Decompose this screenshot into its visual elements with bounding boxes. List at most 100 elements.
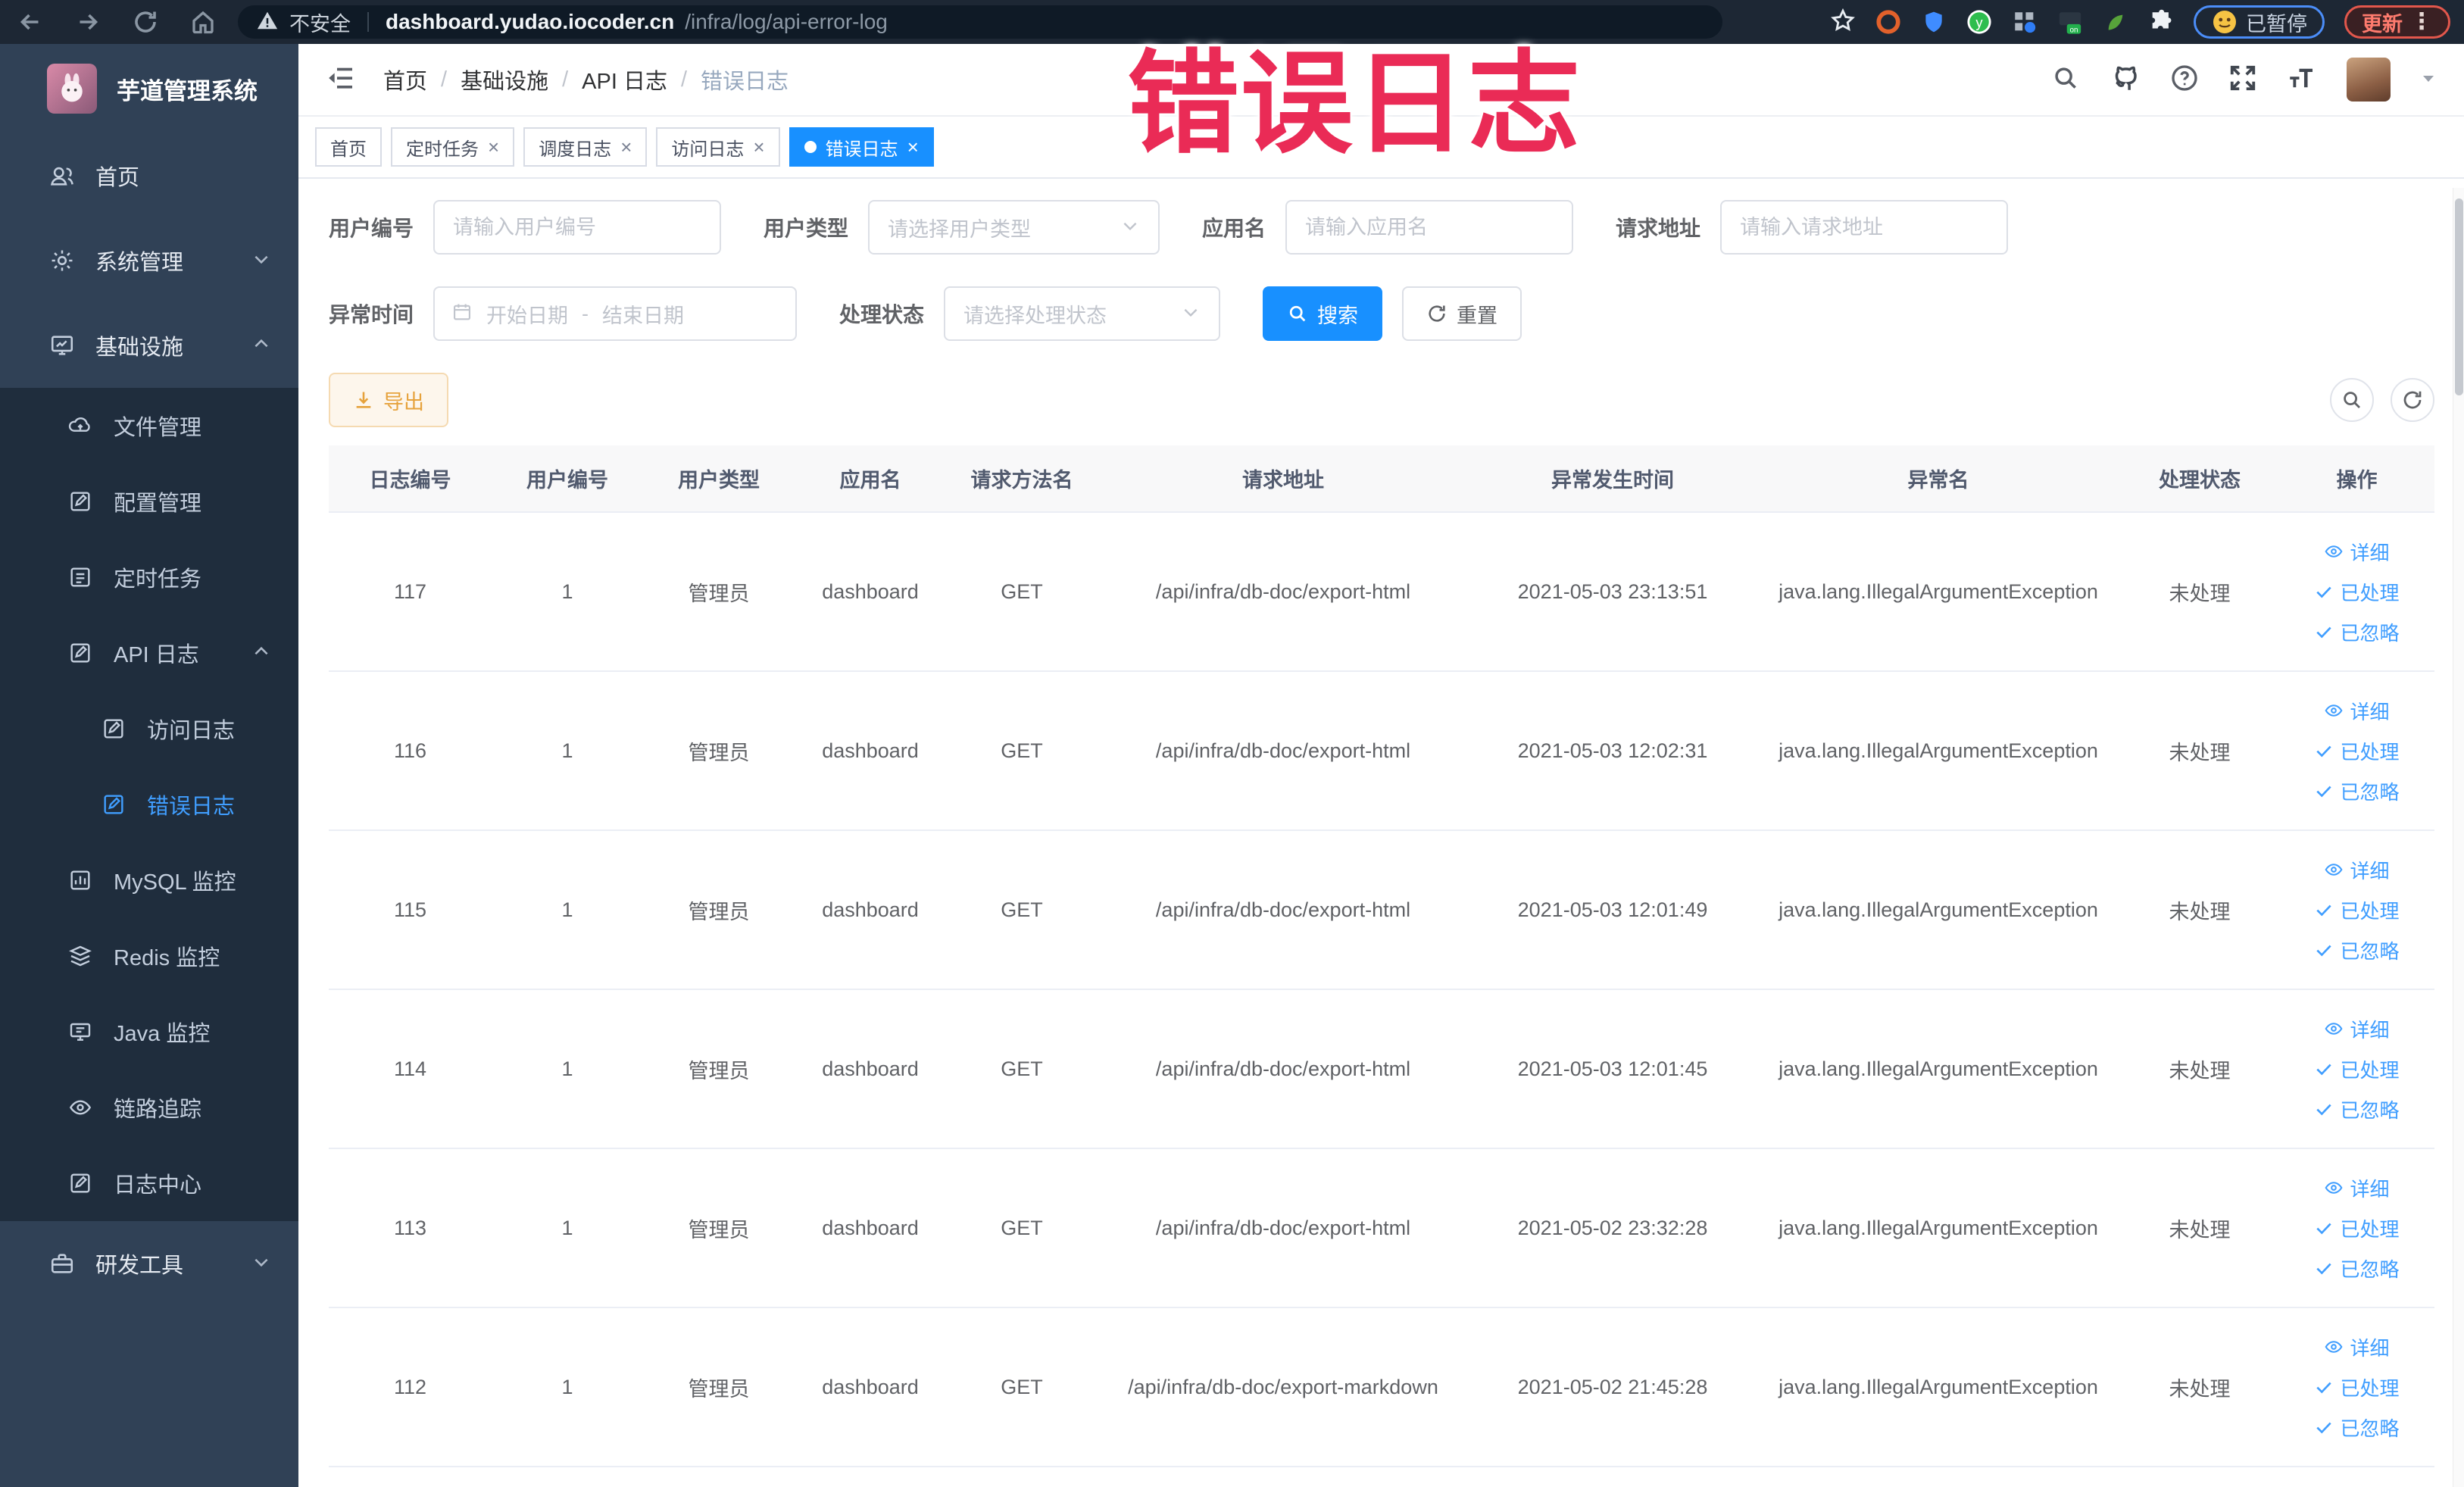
breadcrumb-home[interactable]: 首页 — [383, 64, 427, 95]
search-button[interactable]: 搜索 — [1263, 286, 1383, 341]
detail-link[interactable]: 详细 — [2324, 856, 2390, 884]
export-button[interactable]: 导出 — [329, 373, 448, 427]
mark-processed-link[interactable]: 已处理 — [2314, 578, 2400, 606]
chevron-down-icon — [251, 1252, 271, 1276]
extension-shield-icon[interactable] — [1921, 9, 1947, 35]
cell-method: GET — [1001, 1216, 1043, 1239]
user-id-label: 用户编号 — [329, 217, 414, 240]
mark-ignored-link[interactable]: 已忽略 — [2314, 1095, 2400, 1123]
close-icon[interactable]: × — [620, 136, 632, 159]
detail-link[interactable]: 详细 — [2324, 538, 2390, 566]
app-logo[interactable]: 芋道管理系统 — [0, 44, 298, 133]
sidebar-item-dev-tools[interactable]: 研发工具 — [0, 1221, 298, 1306]
sidebar-item-access-log[interactable]: 访问日志 — [0, 691, 298, 767]
exception-time-range-picker[interactable]: 开始日期 - 结束日期 — [433, 286, 798, 341]
profile-paused-badge[interactable]: 已暂停 — [2194, 5, 2325, 39]
user-menu-caret-icon[interactable] — [2419, 69, 2437, 91]
request-url-input[interactable] — [1720, 200, 2009, 255]
back-icon[interactable] — [17, 8, 44, 36]
sidebar-item-trace[interactable]: 链路追踪 — [0, 1070, 298, 1145]
help-icon[interactable] — [2169, 63, 2200, 97]
svg-text:on: on — [2069, 26, 2078, 34]
sidebar-item-java-monitor[interactable]: Java 监控 — [0, 994, 298, 1070]
forward-icon[interactable] — [74, 8, 101, 36]
cell-actions: 详细 已处理 已忽略 — [2279, 831, 2434, 989]
app-name-input[interactable] — [1285, 200, 1574, 255]
breadcrumb-infra[interactable]: 基础设施 — [461, 64, 548, 95]
detail-link[interactable]: 详细 — [2324, 697, 2390, 725]
profile-emoji-icon — [2213, 11, 2236, 33]
scrollbar-thumb[interactable] — [2455, 198, 2463, 395]
extension-grid-icon[interactable] — [2012, 9, 2038, 35]
close-icon[interactable]: × — [753, 136, 764, 159]
font-size-icon[interactable] — [2286, 62, 2318, 98]
extensions-puzzle-icon[interactable] — [2148, 9, 2174, 35]
detail-link[interactable]: 详细 — [2324, 1015, 2390, 1043]
mark-processed-link[interactable]: 已处理 — [2314, 1373, 2400, 1401]
profile-paused-label: 已暂停 — [2246, 12, 2307, 36]
reset-button[interactable]: 重置 — [1402, 286, 1522, 341]
mark-processed-link[interactable]: 已处理 — [2314, 1055, 2400, 1083]
tab-scheduled-jobs[interactable]: 定时任务 × — [391, 127, 515, 167]
sidebar-toggle-icon[interactable] — [326, 63, 356, 97]
cell-exception: java.lang.IllegalArgumentException — [1779, 579, 2098, 603]
cell-url: /api/infra/db-doc/export-html — [1155, 739, 1411, 762]
user-type-select[interactable]: 请选择用户类型 — [868, 200, 1160, 255]
user-id-input[interactable] — [433, 200, 722, 255]
process-status-select[interactable]: 请选择处理状态 — [944, 286, 1221, 341]
tab-error-log[interactable]: 错误日志 × — [789, 127, 934, 167]
sidebar-item-mysql-monitor[interactable]: MySQL 监控 — [0, 842, 298, 918]
gear-icon — [48, 247, 76, 274]
breadcrumb-api-log[interactable]: API 日志 — [582, 64, 667, 95]
close-icon[interactable]: × — [907, 136, 919, 159]
mark-ignored-link[interactable]: 已忽略 — [2314, 777, 2400, 805]
mark-ignored-link[interactable]: 已忽略 — [2314, 1254, 2400, 1282]
extension-leaf-icon[interactable] — [2103, 9, 2128, 35]
mark-processed-link[interactable]: 已处理 — [2314, 737, 2400, 765]
sidebar-item-label: Redis 监控 — [114, 946, 220, 970]
check-icon — [2316, 1422, 2332, 1434]
bookmark-star-icon[interactable] — [1830, 8, 1856, 37]
column-header: 处理状态 — [2159, 469, 2241, 492]
reload-icon[interactable] — [132, 8, 159, 36]
table-row: 115 1 管理员 dashboard GET/api/infra/db-doc/exp… — [329, 831, 2434, 990]
sidebar-item-scheduled-jobs[interactable]: 定时任务 — [0, 539, 298, 615]
mark-ignored-link[interactable]: 已忽略 — [2314, 1414, 2400, 1442]
detail-link[interactable]: 详细 — [2324, 1333, 2390, 1361]
search-icon[interactable] — [2051, 64, 2080, 96]
extension-on-badge-icon[interactable]: on — [2057, 9, 2083, 35]
sidebar-item-config-manage[interactable]: 配置管理 — [0, 464, 298, 539]
browser-update-button[interactable]: 更新 ⋮ — [2344, 5, 2450, 39]
sidebar-item-file-manage[interactable]: 文件管理 — [0, 388, 298, 464]
sidebar-item-error-log[interactable]: 错误日志 — [0, 767, 298, 842]
mark-processed-link[interactable]: 已处理 — [2314, 1214, 2400, 1242]
close-icon[interactable]: × — [488, 136, 499, 159]
sidebar-item-home[interactable]: 首页 — [0, 133, 298, 218]
scrollbar[interactable] — [2453, 188, 2464, 1487]
tab-home[interactable]: 首页× — [315, 127, 382, 167]
sidebar-item-system[interactable]: 系统管理 — [0, 218, 298, 303]
detail-link[interactable]: 详细 — [2324, 1174, 2390, 1202]
url-bar[interactable]: 不安全 dashboard.yudao.iocoder.cn/infra/log… — [238, 5, 1722, 39]
app-name-label: 应用名 — [1202, 217, 1266, 240]
mark-processed-link[interactable]: 已处理 — [2314, 896, 2400, 924]
sidebar-item-log-center[interactable]: 日志中心 — [0, 1145, 298, 1221]
mark-ignored-link[interactable]: 已忽略 — [2314, 618, 2400, 646]
browser-menu-icon[interactable]: ⋮ — [2410, 11, 2433, 33]
mark-ignored-link[interactable]: 已忽略 — [2314, 936, 2400, 964]
refresh-table-button[interactable] — [2391, 378, 2434, 422]
github-icon[interactable] — [2109, 62, 2141, 98]
sidebar-item-redis-monitor[interactable]: Redis 监控 — [0, 918, 298, 994]
tab-access-log[interactable]: 访问日志 × — [656, 127, 780, 167]
search-icon — [1289, 305, 1306, 322]
sidebar-item-infrastructure[interactable]: 基础设施 — [0, 303, 298, 388]
fullscreen-icon[interactable] — [2228, 64, 2257, 96]
check-icon — [2316, 626, 2332, 639]
toggle-search-button[interactable] — [2330, 378, 2374, 422]
home-nav-icon[interactable] — [189, 8, 217, 36]
user-avatar[interactable] — [2347, 58, 2391, 102]
extension-adblock-icon[interactable] — [1875, 9, 1901, 35]
extension-y-icon[interactable]: y — [1966, 9, 1992, 35]
sidebar-item-api-log[interactable]: API 日志 — [0, 615, 298, 691]
tab-schedule-log[interactable]: 调度日志 × — [523, 127, 648, 167]
